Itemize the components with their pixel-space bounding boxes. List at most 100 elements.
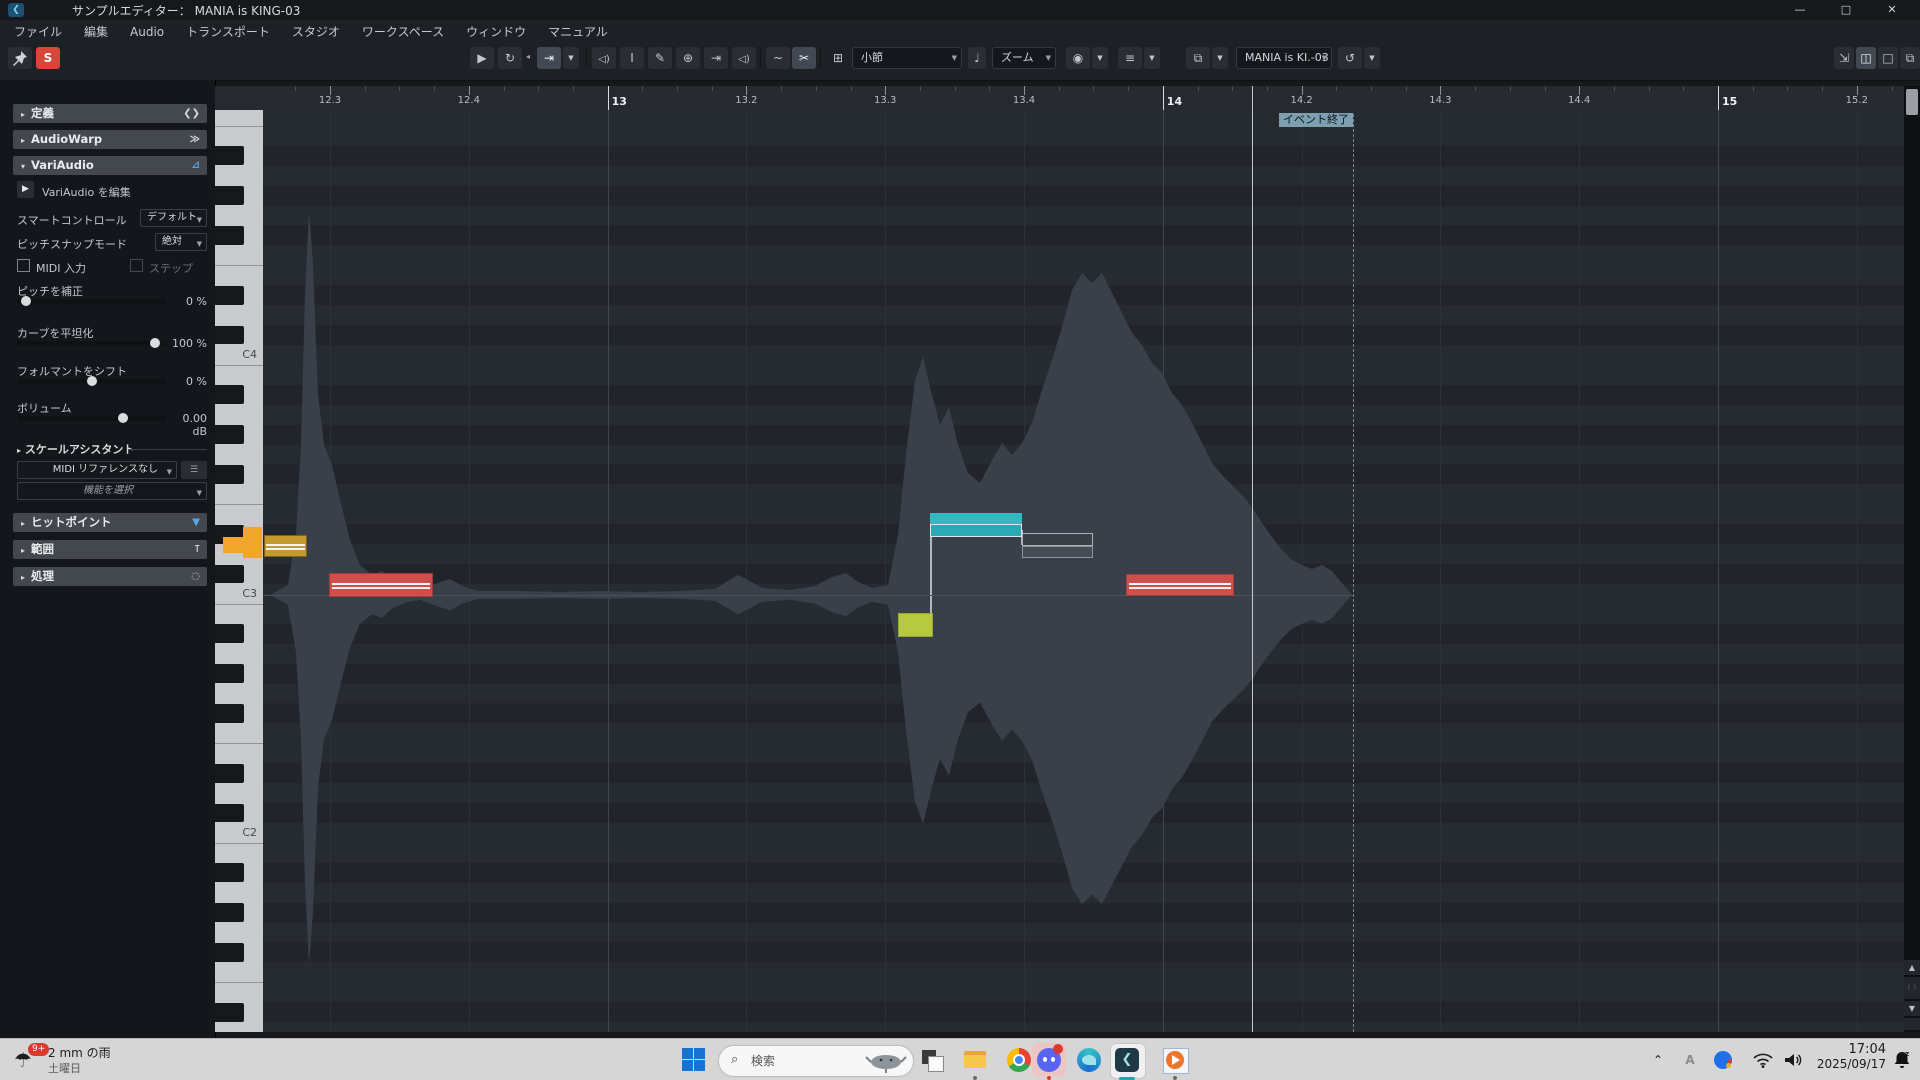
scroll-up-button[interactable]: ▲: [1904, 960, 1920, 975]
tray-app-icon[interactable]: A: [1680, 1039, 1700, 1080]
section-definition[interactable]: ▸定義❮❯: [13, 104, 207, 123]
discord-icon[interactable]: [1037, 1048, 1061, 1072]
file-explorer-icon[interactable]: [963, 1048, 987, 1072]
black-key[interactable]: [215, 146, 244, 165]
edge-icon[interactable]: [1077, 1048, 1101, 1072]
black-key[interactable]: [215, 903, 244, 922]
color-menu-button[interactable]: [1338, 47, 1362, 69]
scale-list-icon[interactable]: ☰: [181, 461, 207, 479]
black-key[interactable]: [215, 226, 244, 245]
black-key[interactable]: [215, 804, 244, 823]
segment-gray-bottom[interactable]: [1022, 546, 1093, 558]
search-box[interactable]: ⌕ 検索: [718, 1045, 914, 1077]
clock[interactable]: 17:04 2025/09/17: [1812, 1042, 1886, 1080]
wifi-icon[interactable]: [1752, 1050, 1774, 1080]
clip-select[interactable]: MANIA is KI.-03▼: [1236, 47, 1332, 69]
color-menu-caret[interactable]: ▼: [1364, 47, 1380, 69]
black-key[interactable]: [215, 385, 244, 404]
segment-yellow[interactable]: [264, 535, 307, 557]
zoom-preset-select[interactable]: ズーム▼: [992, 47, 1056, 69]
slider-thumb[interactable]: [118, 413, 128, 423]
menu-item[interactable]: ワークスペース: [362, 23, 444, 40]
slider-track[interactable]: [17, 379, 167, 384]
black-key[interactable]: [215, 326, 244, 345]
menu-item[interactable]: トランスポート: [186, 23, 270, 40]
smart-control-select[interactable]: デフォルト▼: [140, 209, 207, 227]
autoscroll-button[interactable]: ⇥: [537, 47, 561, 69]
back-arrow-icon[interactable]: ❮: [8, 3, 24, 17]
segment-teal-bottom[interactable]: [930, 524, 1022, 537]
black-key[interactable]: [215, 186, 244, 205]
black-key[interactable]: [215, 1003, 244, 1022]
scale-assistant-header[interactable]: ▸ スケールアシスタント: [17, 441, 134, 457]
black-key[interactable]: [215, 565, 244, 584]
vertical-scrollbar[interactable]: ▲ ⋮⋮ ▼: [1904, 86, 1920, 1032]
black-key[interactable]: [215, 286, 244, 305]
midi-reference-select[interactable]: MIDI リファレンスなし▼: [17, 461, 177, 479]
slider-track[interactable]: [17, 416, 167, 421]
maximize-button[interactable]: □: [1823, 0, 1869, 20]
pitch-snap-select[interactable]: 絶対▼: [155, 233, 207, 251]
section-variaudio[interactable]: ▾VariAudio⊿: [13, 156, 207, 175]
menu-item[interactable]: 編集: [84, 23, 108, 40]
autoscroll-menu-caret[interactable]: ▼: [563, 47, 579, 69]
menu-item[interactable]: ファイル: [14, 23, 62, 40]
tray-blue-app-icon[interactable]: [1714, 1051, 1732, 1080]
slider-track[interactable]: [17, 299, 167, 304]
scrub-tool[interactable]: [732, 47, 756, 69]
slider-thumb[interactable]: [87, 376, 97, 386]
menu-item[interactable]: スタジオ: [292, 23, 340, 40]
pin-icon[interactable]: [8, 47, 32, 69]
layer-options-caret[interactable]: ▼: [1144, 47, 1160, 69]
draw-tool[interactable]: [648, 47, 672, 69]
view-options-button[interactable]: [1066, 47, 1090, 69]
play-button[interactable]: [470, 47, 494, 69]
black-key[interactable]: [215, 764, 244, 783]
display-mode-caret[interactable]: ▼: [1212, 47, 1228, 69]
weather-text[interactable]: 2 mm の雨: [48, 1044, 111, 1061]
notification-bell-icon[interactable]: z: [1892, 1049, 1912, 1080]
minimize-button[interactable]: —: [1777, 0, 1823, 20]
section-range[interactable]: ▸範囲⊺: [13, 540, 207, 559]
segment-teal-top[interactable]: [930, 513, 1022, 524]
black-key[interactable]: [215, 704, 244, 723]
highlighted-key[interactable]: [243, 527, 262, 558]
speaker-icon[interactable]: [1782, 1050, 1804, 1080]
zoom-corner-box[interactable]: [1904, 1018, 1920, 1030]
audition-button[interactable]: [592, 47, 616, 69]
solo-editor-button[interactable]: S: [36, 47, 60, 69]
black-key[interactable]: [215, 664, 244, 683]
zoom-preset-handle[interactable]: ⋮⋮: [1904, 977, 1920, 999]
variaudio-edit-button[interactable]: ▶: [17, 181, 34, 198]
function-select[interactable]: 機能を選択▼: [17, 482, 207, 500]
show-inspector-button[interactable]: [1856, 47, 1876, 69]
cubase-icon[interactable]: ❮: [1115, 1048, 1139, 1072]
trim-tool[interactable]: [704, 47, 728, 69]
black-key[interactable]: [215, 465, 244, 484]
task-view-button[interactable]: [920, 1048, 944, 1072]
piano-keyboard[interactable]: C4C3C2: [215, 110, 264, 1032]
scrollbar-thumb[interactable]: [1906, 89, 1918, 115]
collapse-arrow-icon[interactable]: ◂: [526, 52, 530, 61]
display-mode-button[interactable]: [1186, 47, 1210, 69]
quantize-icon[interactable]: [968, 47, 986, 69]
black-key[interactable]: [215, 943, 244, 962]
tray-chevron-icon[interactable]: ⌃: [1648, 1039, 1668, 1080]
slider-track[interactable]: [17, 341, 167, 346]
snap-curve-button[interactable]: [766, 47, 790, 69]
layer-options-button[interactable]: [1118, 47, 1142, 69]
chrome-icon[interactable]: [1007, 1048, 1031, 1072]
segment-red-1[interactable]: [329, 573, 433, 597]
zoom-tool[interactable]: [676, 47, 700, 69]
snap-toggle-button[interactable]: [792, 47, 816, 69]
slider-thumb[interactable]: [21, 296, 31, 306]
midi-input-checkbox[interactable]: [17, 259, 30, 272]
view-options-caret[interactable]: ▼: [1092, 47, 1108, 69]
highlighted-key[interactable]: [223, 537, 243, 553]
setup-toolbar-button[interactable]: [1900, 47, 1920, 69]
black-key[interactable]: [215, 425, 244, 444]
search-highlight-manta-icon[interactable]: [865, 1048, 907, 1074]
cycle-button[interactable]: [498, 47, 522, 69]
black-key[interactable]: [215, 863, 244, 882]
menu-item[interactable]: Audio: [130, 25, 164, 39]
